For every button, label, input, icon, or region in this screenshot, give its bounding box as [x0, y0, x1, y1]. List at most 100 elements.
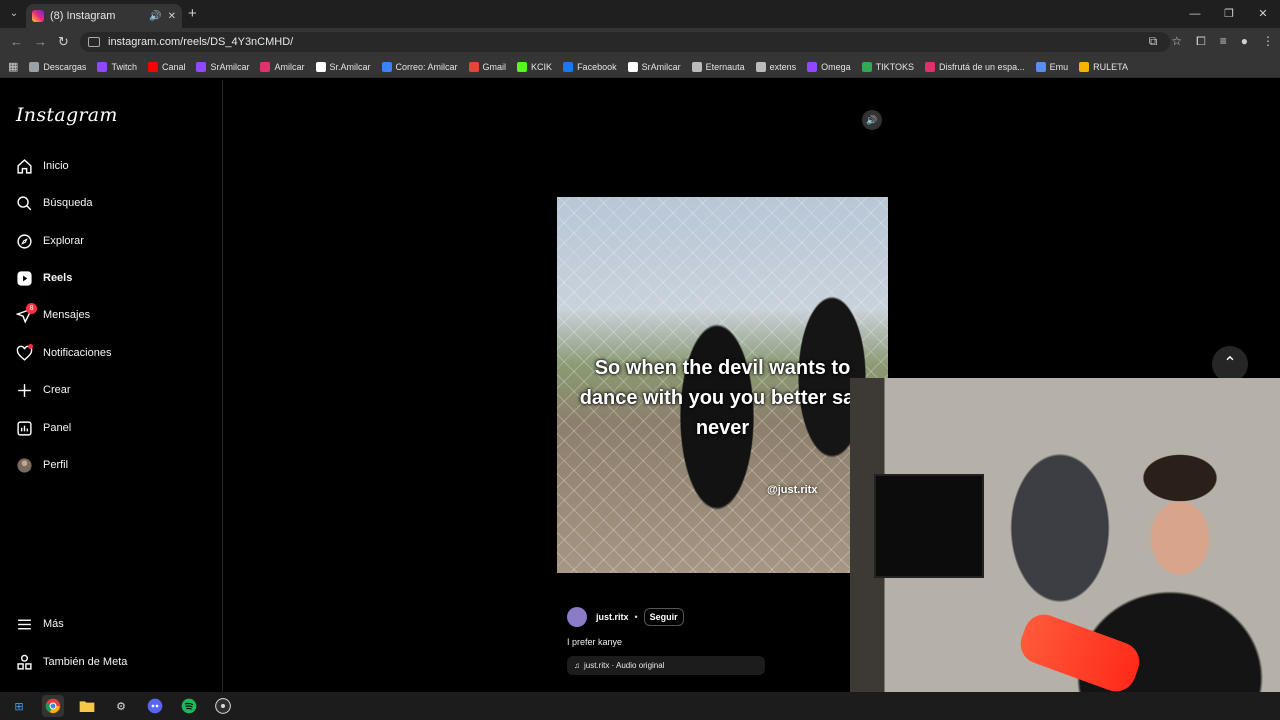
forward-button[interactable]: → — [34, 34, 47, 49]
window-controls: — ❐ ✕ — [1178, 0, 1280, 28]
reel-player[interactable]: 🔊 So when the devil wants to dance with … — [557, 102, 888, 692]
bookmark-item[interactable]: RULETA — [1079, 61, 1128, 72]
bookmark-label: Amilcar — [274, 61, 305, 72]
sidebar-item-mas[interactable]: Más — [16, 609, 64, 639]
bookmark-item[interactable]: Gmail — [468, 61, 506, 72]
webcam-overlay — [850, 378, 1280, 692]
sidebar-item-explorar[interactable]: Explorar — [16, 226, 84, 256]
speaker-icon[interactable]: 🔊 — [149, 11, 161, 22]
address-bar[interactable]: instagram.com/reels/DS_4Y3nCMHD/ — [80, 32, 1170, 52]
bookmark-item[interactable]: Amilcar — [260, 61, 305, 72]
audio-pill[interactable]: ♫ just.ritx · Audio original — [567, 656, 765, 675]
bookmark-item[interactable]: Disfrutá de un espa... — [925, 61, 1025, 72]
profile-avatar-icon[interactable]: ● — [1241, 34, 1248, 49]
bookmark-label: Emu — [1049, 61, 1069, 72]
volume-icon[interactable]: 🔊 — [862, 110, 882, 130]
bookmark-label: Correo: Amilcar — [395, 61, 458, 72]
sidebar-item-inicio[interactable]: Inicio — [16, 151, 69, 181]
bookmark-item[interactable]: SrAmilcar — [627, 61, 681, 72]
bookmark-item[interactable]: Canal — [147, 61, 185, 72]
new-tab-button[interactable]: + — [188, 5, 197, 22]
bookmark-label: Sr.Amilcar — [329, 61, 371, 72]
discord-icon[interactable] — [144, 695, 166, 717]
bookmark-favicon-icon — [196, 61, 207, 72]
bookmark-favicon-icon — [755, 61, 766, 72]
sidebar-item-meta[interactable]: También de Meta — [16, 647, 127, 677]
bookmark-item[interactable]: Eternauta — [691, 61, 745, 72]
sidebar-item-perfil[interactable]: Perfil — [16, 450, 68, 480]
windows-taskbar: ⊞ ⚙ — [0, 692, 1280, 720]
reel-video-frame[interactable]: So when the devil wants to dance with yo… — [557, 197, 888, 573]
menu-icon[interactable]: ⋮ — [1262, 34, 1274, 49]
bookmark-favicon-icon — [627, 61, 638, 72]
bookmark-item[interactable]: KCIK — [517, 61, 552, 72]
instagram-logo[interactable]: Instagram — [16, 104, 118, 126]
bookmark-item[interactable]: Descargas — [29, 61, 87, 72]
back-button[interactable]: ← — [10, 34, 23, 49]
bookmark-item[interactable]: Correo: Amilcar — [381, 61, 458, 72]
bookmark-item[interactable]: Emu — [1035, 61, 1069, 72]
bookmark-favicon-icon — [691, 61, 702, 72]
close-window-button[interactable]: ✕ — [1246, 0, 1280, 28]
minimize-button[interactable]: — — [1178, 0, 1212, 28]
browser-tab[interactable]: (8) Instagram 🔊 ✕ — [26, 4, 182, 28]
bookmark-label: TIKTOKS — [875, 61, 915, 72]
bookmark-item[interactable]: Sr.Amilcar — [315, 61, 371, 72]
bookmark-label: Facebook — [577, 61, 617, 72]
apps-grid-icon[interactable]: ▦ — [8, 60, 18, 73]
previous-reel-button[interactable]: ⌃ — [1212, 346, 1248, 382]
toolbar-actions: ⧉ ☆ ⧠ ≡ ● ⋮ — [1149, 34, 1274, 49]
sidebar-item-reels[interactable]: Reels — [16, 263, 72, 293]
reels-icon — [16, 270, 33, 287]
bookmark-label: Descargas — [43, 61, 87, 72]
sidebar-item-crear[interactable]: Crear — [16, 375, 71, 405]
bookmark-star-icon[interactable]: ☆ — [1171, 34, 1182, 49]
bookmark-item[interactable]: SrAmilcar — [196, 61, 250, 72]
close-tab-icon[interactable]: ✕ — [168, 11, 176, 22]
reel-info: just.ritx • Seguir I prefer kanye ♫ just… — [567, 607, 878, 675]
sidebar-item-label: Más — [43, 618, 64, 630]
install-app-icon[interactable]: ⧉ — [1149, 34, 1158, 49]
heart-icon — [16, 343, 33, 362]
file-explorer-icon[interactable] — [76, 695, 98, 717]
sidebar-item-label: Explorar — [43, 235, 84, 247]
sidebar-item-label: Búsqueda — [43, 197, 93, 209]
bookmark-label: Omega — [821, 61, 851, 72]
author-avatar[interactable] — [567, 607, 587, 627]
sidebar-item-notificaciones[interactable]: Notificaciones — [16, 338, 111, 368]
site-info-icon[interactable] — [88, 37, 100, 47]
chrome-icon[interactable] — [42, 695, 64, 717]
plus-icon — [16, 382, 33, 399]
bookmark-item[interactable]: extens — [755, 61, 796, 72]
bookmark-item[interactable]: Facebook — [563, 61, 617, 72]
sidebar-item-label: Perfil — [43, 459, 69, 471]
bookmark-label: SrAmilcar — [210, 61, 250, 72]
windows-start-icon[interactable]: ⊞ — [8, 695, 30, 717]
extensions-icon[interactable]: ⧠ — [1196, 34, 1206, 49]
url-text: instagram.com/reels/DS_4Y3nCMHD/ — [108, 36, 294, 48]
author-username[interactable]: just.ritx — [596, 612, 629, 622]
video-watermark: @just.ritx — [767, 484, 818, 496]
obs-icon[interactable] — [212, 695, 234, 717]
avatar — [16, 457, 33, 474]
sidebar-item-mensajes[interactable]: 8 Mensajes — [15, 300, 91, 330]
spotify-icon[interactable] — [178, 695, 200, 717]
bookmark-item[interactable]: Twitch — [97, 61, 137, 72]
tab-search-button[interactable]: ⌄ — [6, 6, 22, 22]
sidebar-item-busqueda[interactable]: Búsqueda — [16, 188, 93, 218]
sidebar-item-label: Mensajes — [43, 309, 91, 321]
background-monitor — [874, 474, 984, 578]
meta-apps-icon — [16, 654, 33, 671]
instagram-favicon-icon — [32, 10, 44, 22]
bookmark-item[interactable]: TIKTOKS — [861, 61, 915, 72]
sidebar-item-panel[interactable]: Panel — [16, 413, 71, 443]
browser-tabstrip: ⌄ (8) Instagram 🔊 ✕ + — ❐ ✕ — [0, 0, 1280, 28]
media-control-icon[interactable]: ≡ — [1220, 34, 1227, 49]
app-icon[interactable]: ⚙ — [110, 695, 132, 717]
restore-button[interactable]: ❐ — [1212, 0, 1246, 28]
reload-button[interactable]: ↻ — [58, 34, 69, 50]
bookmark-label: Twitch — [111, 61, 137, 72]
bookmark-label: RULETA — [1093, 61, 1128, 72]
follow-button[interactable]: Seguir — [643, 608, 684, 626]
bookmark-item[interactable]: Omega — [807, 61, 851, 72]
